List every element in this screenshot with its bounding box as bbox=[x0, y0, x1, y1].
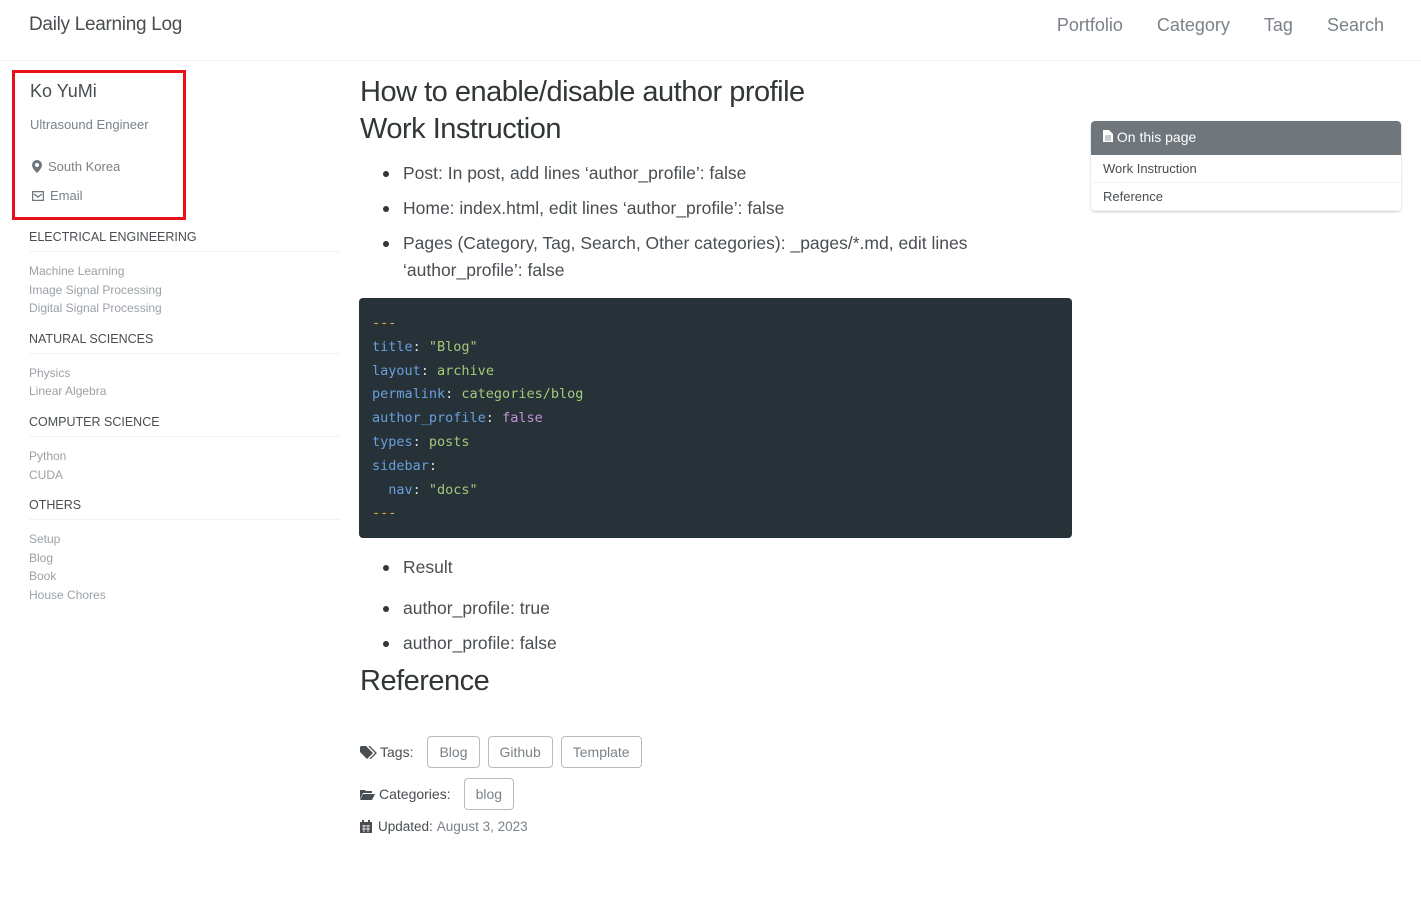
author-bio: Ultrasound Engineer bbox=[30, 117, 149, 132]
nav-search[interactable]: Search bbox=[1327, 15, 1384, 36]
updated-label: Updated: bbox=[378, 819, 433, 834]
list-item: Post: In post, add lines ‘author_profile… bbox=[383, 160, 1072, 187]
list-item: Pages (Category, Tag, Search, Other cate… bbox=[383, 230, 1003, 284]
nav-tag[interactable]: Tag bbox=[1264, 15, 1293, 36]
nav-link[interactable]: Linear Algebra bbox=[29, 382, 341, 401]
section-heading-reference: Reference bbox=[360, 665, 490, 697]
result-values: author_profile: true author_profile: fal… bbox=[360, 595, 1072, 657]
nav-section-title: NATURAL SCIENCES bbox=[29, 332, 341, 354]
instruction-list: Post: In post, add lines ‘author_profile… bbox=[360, 160, 1072, 284]
list-item: Home: index.html, edit lines ‘author_pro… bbox=[383, 195, 1072, 222]
folder-open-icon bbox=[360, 789, 375, 800]
nav-link[interactable]: Setup bbox=[29, 530, 341, 549]
tags-icon bbox=[360, 745, 377, 759]
nav-category[interactable]: Category bbox=[1157, 15, 1230, 36]
toc-title: On this page bbox=[1116, 129, 1197, 145]
list-item: author_profile: true bbox=[383, 595, 1072, 622]
tags-label: Tags: bbox=[380, 744, 414, 760]
file-icon bbox=[1103, 130, 1113, 142]
nav-link[interactable]: Blog bbox=[29, 549, 341, 568]
email-link[interactable]: Email bbox=[50, 188, 83, 203]
author-name: Ko YuMi bbox=[30, 81, 97, 101]
tag-blog[interactable]: Blog bbox=[427, 736, 480, 768]
result-list: Result bbox=[360, 554, 1072, 581]
author-email[interactable]: Email bbox=[32, 188, 83, 203]
tag-template[interactable]: Template bbox=[560, 736, 642, 768]
map-marker-icon bbox=[32, 160, 42, 173]
nav-section-title: ELECTRICAL ENGINEERING bbox=[29, 230, 341, 252]
categories-label: Categories: bbox=[379, 786, 451, 802]
toc-link-work-instruction[interactable]: Work Instruction bbox=[1091, 155, 1401, 183]
tags-row: Tags: Blog Github Template bbox=[360, 736, 650, 768]
section-heading-work-instruction: Work Instruction bbox=[360, 113, 561, 145]
nav-section-title: COMPUTER SCIENCE bbox=[29, 415, 341, 437]
sidebar-nav: ELECTRICAL ENGINEERING Machine Learning … bbox=[29, 230, 341, 619]
nav-link[interactable]: Image Signal Processing bbox=[29, 281, 341, 300]
site-title[interactable]: Daily Learning Log bbox=[29, 14, 182, 36]
nav-link[interactable]: Physics bbox=[29, 364, 341, 383]
code-block: --- title: "Blog" layout: archive permal… bbox=[359, 298, 1072, 538]
envelope-icon bbox=[32, 190, 44, 201]
location-text: South Korea bbox=[48, 159, 121, 174]
page-title: How to enable/disable author profile bbox=[360, 76, 805, 108]
masthead: Daily Learning Log Portfolio Category Ta… bbox=[0, 0, 1421, 61]
nav-link[interactable]: Book bbox=[29, 567, 341, 586]
table-of-contents: On this page Work Instruction Reference bbox=[1091, 121, 1401, 211]
calendar-icon bbox=[360, 820, 372, 833]
top-nav: Portfolio Category Tag Search bbox=[1057, 15, 1384, 36]
toc-header: On this page bbox=[1091, 121, 1401, 155]
categories-row: Categories: blog bbox=[360, 778, 522, 810]
nav-link[interactable]: CUDA bbox=[29, 466, 341, 485]
nav-link[interactable]: House Chores bbox=[29, 586, 341, 605]
nav-section-title: OTHERS bbox=[29, 498, 341, 521]
nav-portfolio[interactable]: Portfolio bbox=[1057, 15, 1123, 36]
nav-link[interactable]: Digital Signal Processing bbox=[29, 299, 341, 318]
author-location: South Korea bbox=[32, 159, 120, 174]
updated-row: Updated: August 3, 2023 bbox=[360, 819, 528, 834]
list-item: Result bbox=[383, 554, 1072, 581]
tag-github[interactable]: Github bbox=[487, 736, 553, 768]
author-profile: Ko YuMi Ultrasound Engineer South Korea … bbox=[12, 70, 186, 220]
nav-link[interactable]: Machine Learning bbox=[29, 262, 341, 281]
updated-date: August 3, 2023 bbox=[436, 819, 528, 834]
page-content: How to enable/disable author profile Wor… bbox=[359, 76, 1072, 834]
nav-link[interactable]: Python bbox=[29, 447, 341, 466]
category-blog[interactable]: blog bbox=[463, 778, 515, 810]
list-item: author_profile: false bbox=[383, 630, 1072, 657]
toc-link-reference[interactable]: Reference bbox=[1091, 183, 1401, 211]
